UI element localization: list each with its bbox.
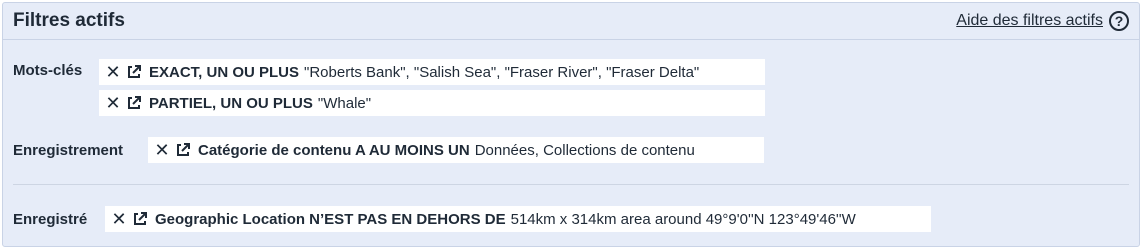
filter-operator: Geographic Location N’EST PAS EN DEHORS … — [155, 210, 506, 228]
filter-value: 514km x 314km area around 49°9'0''N 123°… — [510, 210, 856, 228]
filter-chip: ✕ PARTIEL, UN OU PLUS "Whale" — [99, 90, 765, 116]
close-icon[interactable]: ✕ — [105, 62, 121, 83]
close-icon[interactable]: ✕ — [105, 93, 121, 114]
filter-operator: Catégorie de contenu A AU MOINS UN — [198, 141, 470, 159]
external-link-icon[interactable] — [131, 210, 149, 228]
filter-chip: ✕ Geographic Location N’EST PAS EN DEHOR… — [105, 206, 931, 232]
external-link-icon[interactable] — [125, 94, 143, 112]
filter-chip: ✕ Catégorie de contenu A AU MOINS UN Don… — [148, 137, 764, 163]
active-filters-panel: Filtres actifs Aide des filtres actifs ?… — [2, 2, 1140, 247]
filter-value: Données, Collections de contenu — [474, 141, 695, 159]
panel-header: Filtres actifs Aide des filtres actifs ? — [3, 3, 1139, 40]
question-circle-icon[interactable]: ? — [1109, 11, 1129, 31]
filter-chip: ✕ EXACT, UN OU PLUS "Roberts Bank", "Sal… — [99, 59, 765, 85]
help-link[interactable]: Aide des filtres actifs — [956, 12, 1103, 30]
record-label: Enregistrement — [13, 142, 124, 159]
filter-value: "Whale" — [317, 94, 372, 112]
help-container: Aide des filtres actifs ? — [956, 11, 1129, 31]
filter-operator: EXACT, UN OU PLUS — [149, 63, 300, 81]
divider — [13, 184, 1129, 185]
panel-title: Filtres actifs — [13, 10, 125, 31]
close-icon[interactable]: ✕ — [154, 140, 170, 161]
close-icon[interactable]: ✕ — [111, 209, 127, 230]
registered-label: Enregistré — [13, 211, 88, 228]
external-link-icon[interactable] — [125, 63, 143, 81]
external-link-icon[interactable] — [174, 141, 192, 159]
filter-operator: PARTIEL, UN OU PLUS — [149, 94, 313, 112]
keywords-label: Mots-clés — [13, 62, 83, 79]
filter-value: "Roberts Bank", "Salish Sea", "Fraser Ri… — [304, 63, 700, 81]
